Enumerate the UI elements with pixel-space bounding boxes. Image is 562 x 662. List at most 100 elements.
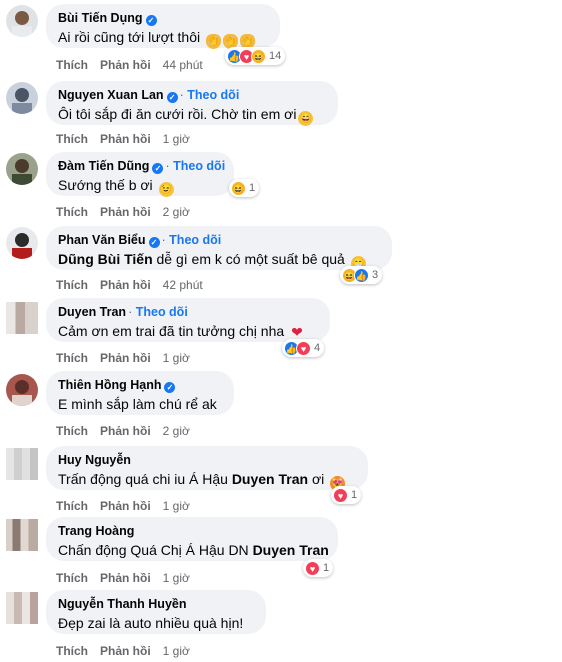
reaction-summary[interactable]: ♥ 1 — [303, 559, 334, 577]
commenter-name[interactable]: Phan Văn Biểu — [58, 233, 146, 247]
reaction-count: 1 — [249, 182, 256, 194]
follow-link[interactable]: Theo dõi — [165, 159, 225, 173]
avatar[interactable] — [6, 448, 38, 480]
verified-badge-icon: ✓ — [152, 163, 164, 174]
comment-actions: Thích Phản hồi 44 phút — [56, 58, 215, 72]
clap-emoji-icon: 👏 — [206, 34, 222, 49]
comment-actions: Thích Phản hồi 1 giờ — [56, 132, 202, 146]
comment-text: Đẹp zai là auto nhiều quà hịn! — [58, 615, 244, 631]
timestamp[interactable]: 1 giờ — [163, 351, 190, 365]
reaction-summary[interactable]: 👍 ♥ 😆 14 — [225, 47, 286, 65]
comment-text: Ôi tôi sắp đi ăn cưới rồi. Chờ tin em ơi… — [58, 105, 326, 126]
mention-link[interactable]: Duyen Tran — [253, 542, 329, 558]
comment-bubble: Thiên Hồng Hạnh ✓ E mình sắp làm chú rể a… — [46, 371, 234, 415]
commenter-name[interactable]: Trang Hoàng — [58, 524, 134, 538]
reaction-summary[interactable]: 😆 1 — [229, 179, 260, 197]
like-reaction-icon: 👍 — [354, 267, 369, 283]
reaction-summary[interactable]: 👍 ♥ 4 — [282, 339, 325, 357]
commenter-name[interactable]: Bùi Tiến Dụng — [58, 11, 143, 25]
comment-text-body: Ôi tôi sắp đi ăn cưới rồi. Chờ tin em ơi — [58, 106, 297, 122]
reply-link[interactable]: Phản hồi — [100, 351, 151, 365]
timestamp[interactable]: 2 giờ — [163, 424, 190, 438]
comment-text-body: Ai rồi cũng tới lượt thôi — [58, 29, 201, 45]
reaction-count: 3 — [372, 269, 379, 281]
timestamp[interactable]: 1 giờ — [163, 571, 190, 585]
comment-actions: Thích Phản hồi 1 giờ — [56, 499, 202, 513]
comment-bubble: Duyen TranTheo dõi Cảm ơn em trai đã tin… — [46, 298, 330, 342]
comment-text-body: Trấn động quá chi iu Á Hậu — [58, 471, 232, 487]
like-link[interactable]: Thích — [56, 132, 88, 146]
reaction-count: 1 — [351, 489, 358, 501]
reply-link[interactable]: Phản hồi — [100, 132, 151, 146]
heart-emoji-icon: ❤ — [291, 324, 303, 340]
avatar[interactable] — [6, 227, 38, 259]
comment-actions: Thích Phản hồi 2 giờ — [56, 205, 202, 219]
haha-reaction-icon: 😆 — [251, 48, 266, 64]
like-link[interactable]: Thích — [56, 278, 88, 292]
comment-actions: Thích Phản hồi 2 giờ — [56, 424, 202, 438]
follow-link[interactable]: Theo dõi — [128, 305, 188, 319]
avatar[interactable] — [6, 302, 38, 334]
comment-text-body: Chấn động Quá Chị Á Hậu DN — [58, 542, 253, 558]
reply-link[interactable]: Phản hồi — [100, 58, 151, 72]
avatar[interactable] — [6, 519, 38, 551]
commenter-name[interactable]: Đàm Tiến Dũng — [58, 159, 149, 173]
avatar[interactable] — [6, 5, 38, 37]
like-link[interactable]: Thích — [56, 205, 88, 219]
avatar[interactable] — [6, 153, 38, 185]
like-link[interactable]: Thích — [56, 571, 88, 585]
avatar[interactable] — [6, 374, 38, 406]
like-link[interactable]: Thích — [56, 499, 88, 513]
like-link[interactable]: Thích — [56, 424, 88, 438]
timestamp[interactable]: 2 giờ — [163, 205, 190, 219]
like-link[interactable]: Thích — [56, 351, 88, 365]
comment-text-tail: ơi — [308, 471, 325, 487]
verified-badge-icon: ✓ — [164, 382, 176, 393]
follow-link[interactable]: Theo dõi — [180, 88, 240, 102]
comment-bubble: Nguyen Xuan Lan✓Theo dõi Ôi tôi sắp đi ă… — [46, 81, 338, 126]
reply-link[interactable]: Phản hồi — [100, 424, 151, 438]
follow-link[interactable]: Theo dõi — [162, 233, 222, 247]
reply-link[interactable]: Phản hồi — [100, 571, 151, 585]
timestamp[interactable]: 44 phút — [163, 58, 203, 72]
comment-text: E mình sắp làm chú rể ak — [58, 396, 217, 412]
love-reaction-icon: ♥ — [305, 560, 320, 576]
comment-text-body: Cảm ơn em trai đã tin tưởng chị nha — [58, 323, 285, 339]
like-link[interactable]: Thích — [56, 58, 88, 72]
comment-text-body: dễ gì em k có một suất bê quả — [152, 251, 345, 267]
reaction-summary[interactable]: ♥ 1 — [331, 486, 362, 504]
haha-reaction-icon: 😆 — [231, 180, 246, 196]
comment-actions: Thích Phản hồi 1 giờ — [56, 644, 202, 658]
commenter-name[interactable]: Huy Nguyễn — [58, 453, 131, 467]
reaction-summary[interactable]: 😆 👍 3 — [340, 266, 383, 284]
commenter-name[interactable]: Duyen Tran — [58, 305, 126, 319]
comment-text-body: Sướng thế b ơi — [58, 177, 153, 193]
timestamp[interactable]: 1 giờ — [163, 499, 190, 513]
timestamp[interactable]: 1 giờ — [163, 644, 190, 658]
smirk-emoji-icon: 😉 — [158, 182, 174, 197]
avatar[interactable] — [6, 592, 38, 624]
like-link[interactable]: Thích — [56, 644, 88, 658]
comment-actions: Thích Phản hồi 42 phút — [56, 278, 215, 292]
comment-bubble: Huy Nguyễn Trấn động quá chi iu Á Hậu Du… — [46, 446, 368, 491]
reply-link[interactable]: Phản hồi — [100, 499, 151, 513]
commenter-name[interactable]: Nguyen Xuan Lan — [58, 88, 164, 102]
reply-link[interactable]: Phản hồi — [100, 278, 151, 292]
reaction-count: 1 — [323, 562, 330, 574]
commenter-name[interactable]: Nguyễn Thanh Huyền — [58, 597, 186, 611]
timestamp[interactable]: 1 giờ — [163, 132, 190, 146]
verified-badge-icon: ✓ — [148, 237, 160, 248]
mention-link[interactable]: Dũng Bùi Tiến — [58, 251, 153, 267]
mention-link[interactable]: Duyen Tran — [232, 471, 308, 487]
comment-actions: Thích Phản hồi 1 giờ — [56, 571, 202, 585]
reply-link[interactable]: Phản hồi — [100, 644, 151, 658]
comment-bubble: Bùi Tiến Dụng ✓ Ai rồi cũng tới lượt thôi… — [46, 4, 280, 49]
commenter-name[interactable]: Thiên Hồng Hạnh — [58, 378, 161, 392]
reply-link[interactable]: Phản hồi — [100, 205, 151, 219]
comment-actions: Thích Phản hồi 1 giờ — [56, 351, 202, 365]
avatar[interactable] — [6, 82, 38, 114]
timestamp[interactable]: 42 phút — [163, 278, 203, 292]
comment-text: Cảm ơn em trai đã tin tưởng chị nha ❤ — [58, 322, 318, 341]
comment-bubble: Phan Văn Biểu✓Theo dõi Dũng Bùi Tiến dễ … — [46, 226, 392, 271]
comment-text: Dũng Bùi Tiến dễ gì em k có một suất bê … — [58, 250, 380, 271]
